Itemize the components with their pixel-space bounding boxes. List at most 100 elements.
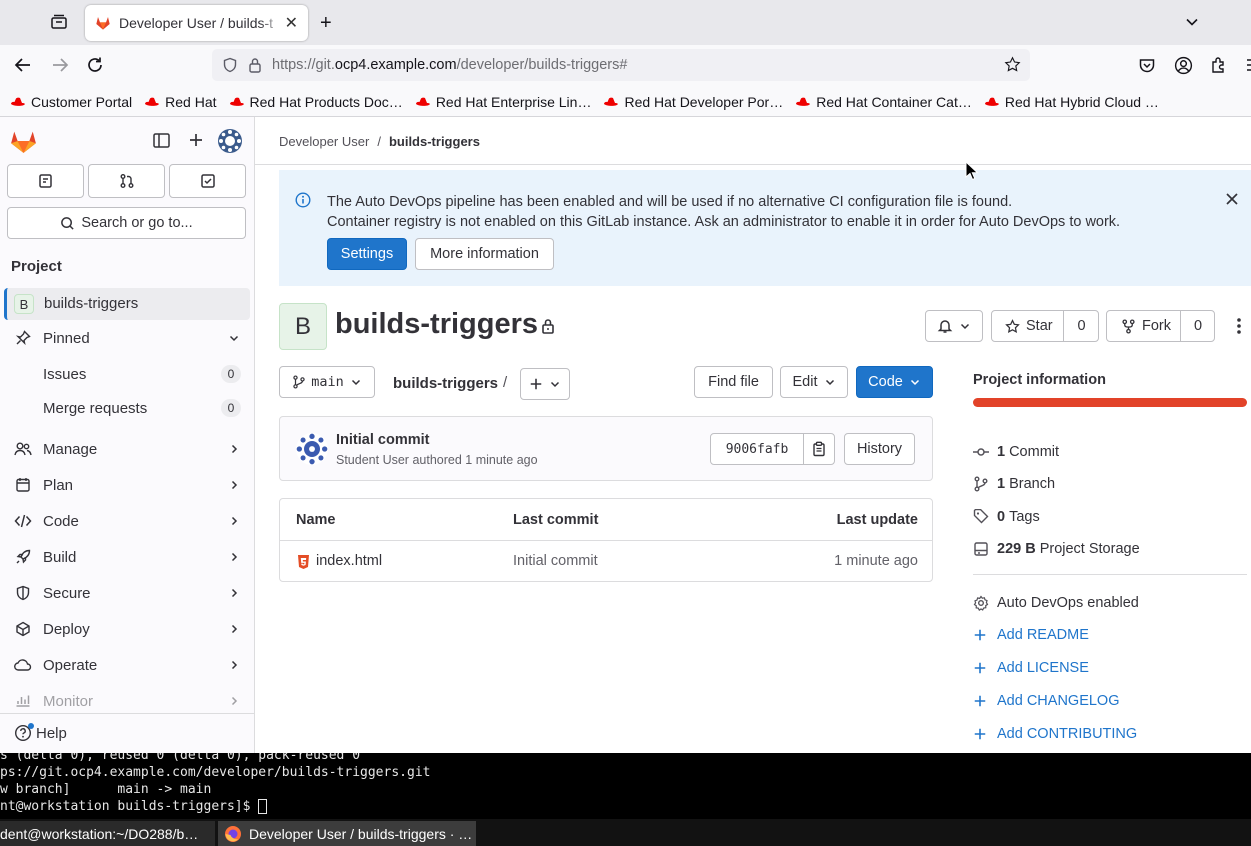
user-avatar[interactable]	[218, 129, 242, 153]
sidebar-toggle-icon[interactable]	[153, 133, 170, 148]
todo-button[interactable]	[169, 164, 246, 198]
assigned-issues-button[interactable]	[7, 164, 84, 198]
bookmark-hybrid-cloud[interactable]: Red Hat Hybrid Cloud …	[984, 94, 1159, 110]
bookmark-container-catalog[interactable]: Red Hat Container Cat…	[795, 94, 972, 110]
edit-button[interactable]: Edit	[780, 366, 848, 398]
chevron-down-icon	[351, 379, 360, 386]
extensions-icon[interactable]	[1210, 56, 1228, 74]
bookmark-enterprise-linux[interactable]: Red Hat Enterprise Lin…	[415, 94, 591, 110]
sidebar-item-secure[interactable]: Secure	[0, 576, 255, 610]
sidebar-item-operate[interactable]: Operate	[0, 648, 255, 682]
sidebar-item-project[interactable]: B builds-triggers	[4, 288, 250, 320]
tab-close-icon[interactable]: ✕	[285, 13, 298, 33]
sidebar-item-label: Merge requests	[43, 399, 148, 417]
commit-sha-button[interactable]: 9006fafb	[710, 433, 804, 465]
commit-meta: authored 1 minute ago	[412, 453, 538, 467]
copy-sha-button[interactable]	[803, 433, 835, 465]
search-button[interactable]: Search or go to...	[7, 207, 246, 239]
create-new-icon[interactable]	[188, 132, 204, 148]
url-bar[interactable]: https://git. ocp4.example.com/developer/b…	[212, 49, 1030, 81]
browser-tab-active[interactable]: Developer User / builds-t ✕	[85, 5, 308, 41]
history-button[interactable]: History	[844, 433, 915, 465]
sidebar-item-manage[interactable]: Manage	[0, 432, 255, 466]
star-count[interactable]: 0	[1063, 311, 1099, 341]
find-file-button[interactable]: Find file	[694, 366, 773, 398]
close-icon[interactable]	[1225, 192, 1239, 206]
forward-icon[interactable]	[51, 57, 69, 73]
sidebar-item-issues[interactable]: Issues 0	[0, 357, 255, 391]
bookmark-red-hat[interactable]: Red Hat	[144, 94, 217, 110]
back-icon[interactable]	[14, 57, 32, 73]
bookmark-developer-portal[interactable]: Red Hat Developer Por…	[603, 94, 783, 110]
sidebar-item-pinned[interactable]: Pinned	[0, 321, 255, 355]
settings-button[interactable]: Settings	[327, 238, 407, 270]
tab-title: Developer User / builds-t	[119, 15, 274, 31]
add-to-tree-button[interactable]	[520, 368, 570, 400]
sidebar-item-build[interactable]: Build	[0, 540, 255, 574]
sidebar-project-name: builds-triggers	[44, 295, 139, 312]
repository-languages-bar[interactable]	[973, 398, 1247, 407]
commits-stat[interactable]: 1 Commit	[973, 444, 1059, 460]
sidebar-item-deploy[interactable]: Deploy	[0, 612, 255, 646]
tab-overview-icon[interactable]	[50, 13, 68, 31]
taskbar-item-terminal[interactable]: dent@workstation:~/DO288/b…	[0, 821, 215, 846]
fork-button[interactable]: Fork 0	[1106, 310, 1215, 342]
bookmark-customer-portal[interactable]: Customer Portal	[10, 94, 132, 110]
lock-icon	[541, 318, 555, 334]
add-readme-link[interactable]: Add README	[973, 627, 1089, 643]
terminal-window[interactable]: s (delta 0), reused 0 (delta 0), pack-re…	[0, 753, 1251, 819]
sidebar-section-title: Project	[11, 258, 62, 275]
commit-author-avatar[interactable]	[296, 433, 328, 465]
menu-icon[interactable]	[1245, 57, 1251, 73]
reload-icon[interactable]	[86, 56, 104, 74]
more-information-button[interactable]: More information	[415, 238, 554, 270]
pocket-icon[interactable]	[1138, 57, 1156, 75]
branches-stat[interactable]: 1 Branch	[973, 476, 1055, 492]
bookmark-products-doc[interactable]: Red Hat Products Doc…	[229, 94, 403, 110]
chevron-right-icon	[228, 479, 240, 491]
chevron-right-icon	[228, 695, 240, 707]
table-header: Name Last commit Last update	[280, 499, 932, 541]
table-row[interactable]: index.html Initial commit 1 minute ago	[280, 541, 932, 581]
taskbar-item-firefox[interactable]: Developer User / builds-triggers · …	[218, 821, 476, 846]
breadcrumb-parent-link[interactable]: Developer User	[279, 134, 369, 149]
commit-title-link[interactable]: Initial commit	[336, 432, 429, 448]
repo-path-link[interactable]: builds-triggers	[393, 375, 498, 392]
file-name-link[interactable]: index.html	[316, 553, 382, 569]
breadcrumb-current[interactable]: builds-triggers	[389, 134, 480, 149]
more-actions-icon[interactable]	[1233, 317, 1245, 335]
help-button[interactable]: Help	[14, 723, 67, 742]
auto-devops-status[interactable]: Auto DevOps enabled	[973, 595, 1139, 611]
fork-count[interactable]: 0	[1180, 311, 1215, 341]
add-contributing-link[interactable]: Add CONTRIBUTING	[973, 726, 1137, 742]
merge-requests-button[interactable]	[88, 164, 165, 198]
notifications-button[interactable]	[925, 310, 983, 342]
lock-icon[interactable]	[248, 57, 262, 73]
chevron-down-icon	[550, 381, 560, 388]
commit-author-link[interactable]: Student User	[336, 453, 409, 467]
taskbar: dent@workstation:~/DO288/b… Developer Us…	[0, 819, 1251, 846]
issues-count-badge: 0	[221, 365, 241, 383]
add-changelog-link[interactable]: Add CHANGELOG	[973, 693, 1120, 709]
bookmarks-bar: Customer Portal Red Hat Red Hat Products…	[0, 87, 1251, 117]
sidebar-item-plan[interactable]: Plan	[0, 468, 255, 502]
storage-stat[interactable]: 229 B Project Storage	[973, 541, 1140, 557]
settings-icon	[973, 595, 989, 611]
sidebar-item-code[interactable]: Code	[0, 504, 255, 538]
tab-list-chevron-icon[interactable]	[1184, 14, 1200, 30]
sidebar-item-merge-requests[interactable]: Merge requests 0	[0, 391, 255, 425]
file-last-commit-link[interactable]: Initial commit	[513, 553, 598, 569]
add-license-link[interactable]: Add LICENSE	[973, 660, 1089, 676]
bookmark-star-icon[interactable]	[1004, 56, 1021, 73]
chevron-right-icon	[228, 515, 240, 527]
gitlab-logo-icon[interactable]	[10, 128, 37, 154]
new-tab-icon[interactable]: +	[320, 12, 332, 35]
account-icon[interactable]	[1174, 56, 1193, 75]
shield-icon[interactable]	[222, 57, 238, 73]
branch-selector[interactable]: main	[279, 366, 375, 398]
tags-stat[interactable]: 0 Tags	[973, 509, 1040, 525]
redhat-icon	[145, 97, 160, 106]
code-button[interactable]: Code	[856, 366, 933, 398]
star-button[interactable]: Star 0	[991, 310, 1099, 342]
fork-icon	[1122, 318, 1135, 334]
